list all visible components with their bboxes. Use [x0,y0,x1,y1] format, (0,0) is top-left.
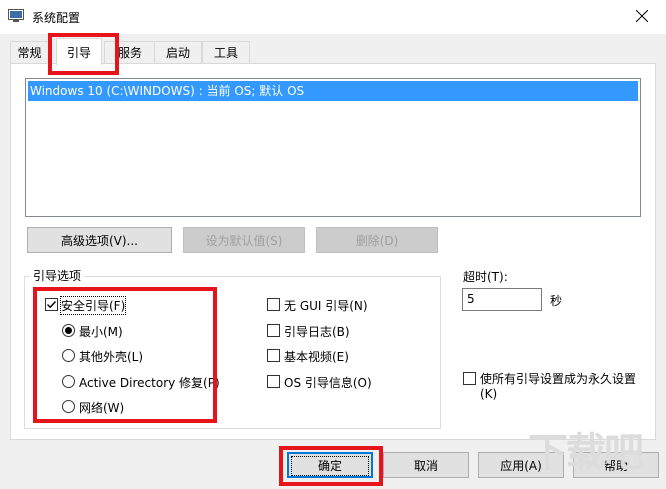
title-bar: 系统配置 [0,0,666,34]
highlight-box-safe-boot [33,287,217,423]
tab-startup[interactable]: 启动 [154,41,202,64]
no-gui-boot-label[interactable]: 无 GUI 引导(N) [284,297,368,314]
set-default-button[interactable]: 设为默认值(S) [183,227,305,253]
system-config-icon [8,9,24,22]
no-gui-boot-checkbox[interactable] [267,298,280,311]
make-permanent-shortcut[interactable]: (K) [480,387,497,401]
os-list[interactable]: Windows 10 (C:\WINDOWS) : 当前 OS; 默认 OS [25,78,641,217]
os-boot-info-checkbox[interactable] [267,375,280,388]
make-permanent-checkbox[interactable] [463,372,476,385]
boot-log-checkbox[interactable] [267,324,280,337]
delete-button[interactable]: 删除(D) [316,227,438,253]
highlight-box-ok-button [279,446,383,486]
tab-boot[interactable]: 引导 [56,38,102,65]
timeout-label: 超时(T): [463,270,508,284]
list-item[interactable]: Windows 10 (C:\WINDOWS) : 当前 OS; 默认 OS [28,81,638,101]
base-video-label[interactable]: 基本视频(E) [284,348,349,365]
timeout-unit: 秒 [550,294,563,308]
timeout-input[interactable]: 5 [462,288,542,311]
close-button[interactable] [620,0,666,34]
tab-general[interactable]: 常规 [10,41,49,64]
cancel-button[interactable]: 取消 [383,452,469,478]
boot-log-label[interactable]: 引导日志(B) [284,323,350,340]
base-video-checkbox[interactable] [267,349,280,362]
boot-options-label: 引导选项 [30,267,85,284]
window-title: 系统配置 [32,11,81,25]
tab-tools[interactable]: 工具 [202,41,250,64]
make-permanent-label[interactable]: 使所有引导设置成为永久设置 [480,370,636,387]
watermark-logo: 下载吧 [528,430,644,476]
advanced-options-button[interactable]: 高级选项(V)... [27,227,172,253]
os-boot-info-label[interactable]: OS 引导信息(O) [284,374,372,391]
close-icon [636,10,648,22]
